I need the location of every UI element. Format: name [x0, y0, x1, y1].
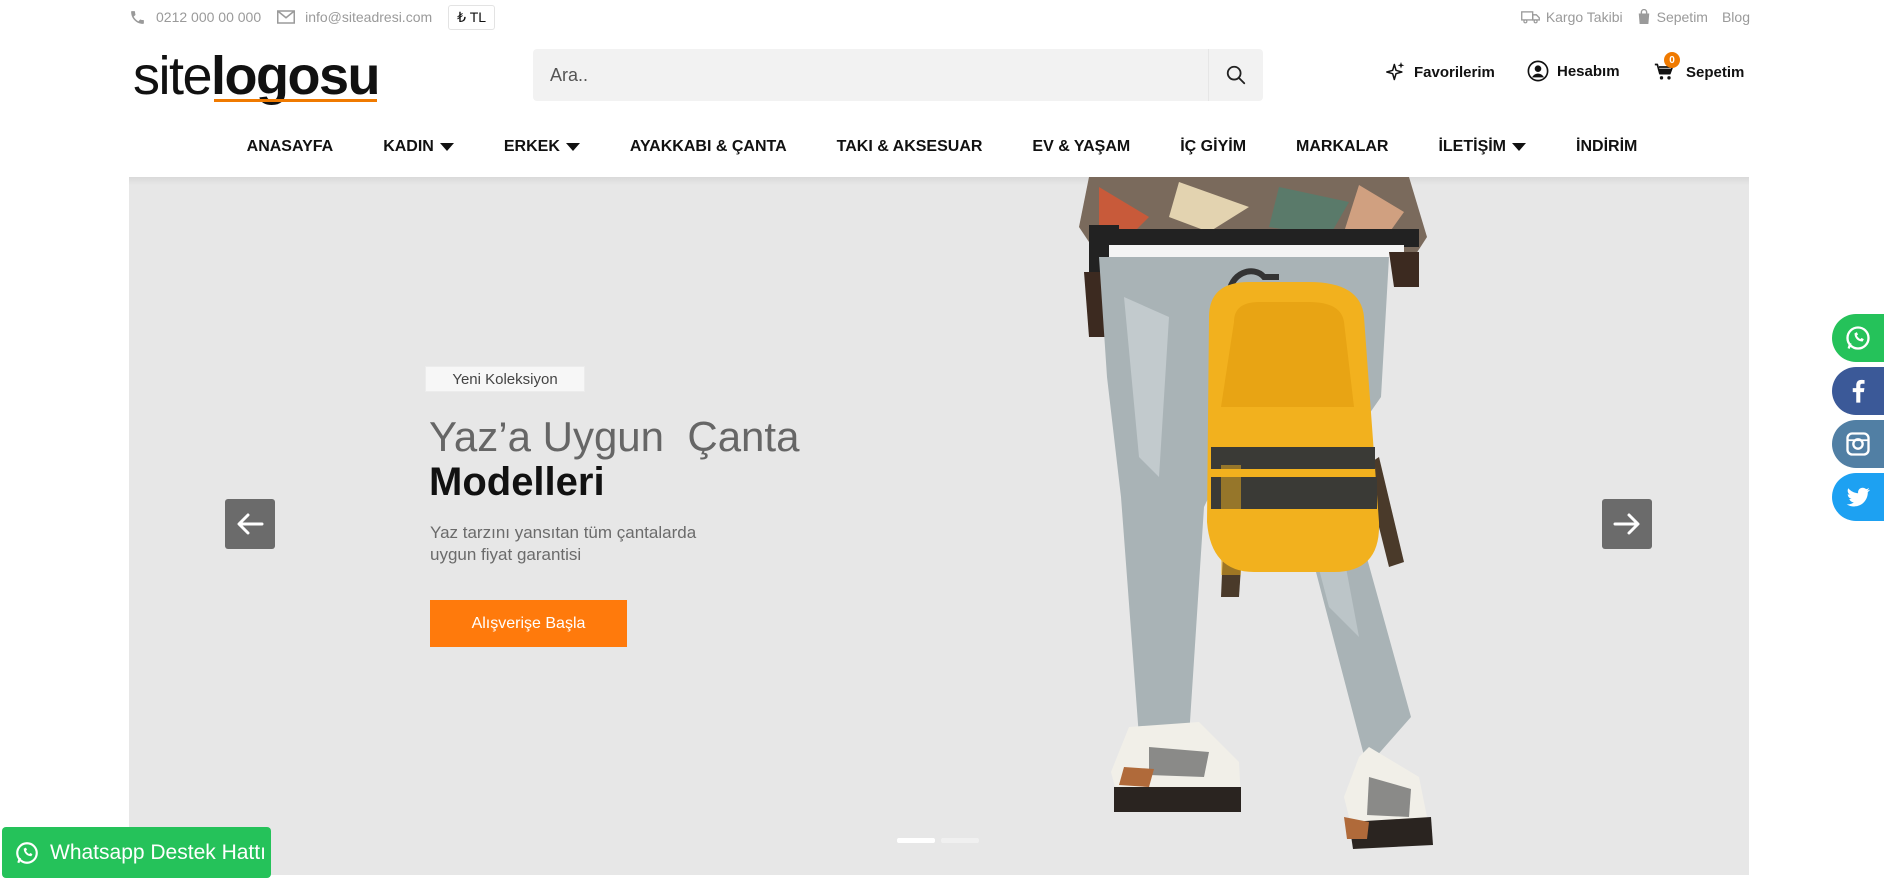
hero-title-line2: Modelleri [429, 460, 605, 504]
whatsapp-support-button[interactable]: Whatsapp Destek Hattı [2, 827, 271, 878]
nav-item-ic-giyim[interactable]: İÇ GİYİM [1180, 138, 1246, 156]
arrow-left-icon [237, 513, 264, 535]
hero-product-image [1079, 177, 1433, 849]
blog-link[interactable]: Blog [1722, 9, 1750, 25]
slider-pagination [897, 838, 985, 843]
truck-icon [1520, 11, 1540, 24]
user-icon [1527, 60, 1549, 82]
search-input[interactable] [533, 49, 1208, 101]
slider-dot-1[interactable] [897, 838, 935, 843]
facebook-icon [1852, 379, 1865, 403]
email-address: info@siteadresi.com [305, 9, 433, 25]
instagram-icon [1846, 432, 1870, 456]
whatsapp-icon [16, 841, 38, 864]
favorites-label: Favorilerim [1414, 63, 1495, 81]
hero-desc-line2: uygun fiyat garantisi [430, 545, 582, 564]
hero-slider: Yeni Koleksiyon Yaz’a Uygun Çanta Modell… [129, 177, 1749, 875]
nav-label: TAKI & AKSESUAR [836, 138, 983, 155]
nav-label: İÇ GİYİM [1180, 138, 1247, 155]
social-twitter-button[interactable] [1832, 473, 1884, 521]
phone-number: 0212 000 00 000 [156, 9, 262, 25]
arrow-right-icon [1613, 513, 1640, 535]
nav-item-erkek[interactable]: ERKEK [504, 138, 580, 156]
cart-label: Sepetim [1686, 63, 1745, 81]
whatsapp-support-label: Whatsapp Destek Hattı [50, 840, 266, 864]
nav-item-indirim[interactable]: İNDİRİM [1576, 138, 1637, 156]
search-icon [1226, 65, 1246, 85]
account-label: Hesabım [1557, 62, 1620, 80]
nav-label: ERKEK [503, 138, 560, 155]
logo-text-site: site [133, 46, 213, 106]
phone-item[interactable]: 0212 000 00 000 [129, 9, 261, 26]
nav-item-markalar[interactable]: MARKALAR [1296, 138, 1388, 156]
caret-down-icon [439, 143, 454, 151]
top-bar: 0212 000 00 000 info@siteadresi.com ₺ TL… [129, 0, 1750, 34]
collection-badge: Yeni Koleksiyon [425, 366, 585, 392]
site-logo[interactable]: sitelogosu [133, 46, 381, 106]
nav-label: MARKALAR [1296, 138, 1389, 155]
nav-label: İNDİRİM [1576, 138, 1638, 155]
twitter-icon [1846, 487, 1871, 507]
cart-top-label: Sepetim [1656, 9, 1708, 25]
cart-count-badge: 0 [1664, 52, 1680, 68]
search-bar [533, 49, 1263, 101]
social-instagram-button[interactable] [1832, 420, 1884, 468]
cart-area: 0 Sepetim [1654, 52, 1744, 92]
cargo-tracking-label: Kargo Takibi [1545, 9, 1623, 25]
nav-item-taki-aksesuar[interactable]: TAKI & AKSESUAR [837, 138, 983, 156]
nav-item-anasayfa[interactable]: ANASAYFA [247, 138, 334, 156]
nav-label: KADIN [383, 138, 434, 155]
hero-desc-line1: Yaz tarzını yansıtan tüm çantalarda [430, 523, 697, 542]
main-navigation: ANASAYFA KADIN ERKEK AYAKKABI & ÇANTA TA… [0, 130, 1884, 164]
start-shopping-button[interactable]: Alışverişe Başla [430, 600, 627, 647]
email-item[interactable]: info@siteadresi.com [277, 9, 432, 25]
blog-label: Blog [1721, 9, 1750, 25]
slider-dot-2[interactable] [941, 838, 979, 843]
cart-top-link[interactable]: Sepetim [1637, 9, 1708, 25]
cart-link[interactable]: 0 Sepetim [1654, 52, 1745, 82]
nav-item-iletisim[interactable]: İLETİŞİM [1438, 138, 1527, 156]
top-bar-contact: 0212 000 00 000 info@siteadresi.com ₺ TL [129, 4, 496, 30]
currency-selector[interactable]: ₺ TL [448, 4, 496, 30]
social-facebook-button[interactable] [1832, 367, 1884, 415]
bag-icon [1638, 9, 1649, 24]
favorites-link[interactable]: Favorilerim [1386, 61, 1495, 83]
sparkle-icon [1386, 62, 1405, 81]
cargo-tracking-link[interactable]: Kargo Takibi [1520, 9, 1623, 25]
slider-next-button[interactable] [1602, 499, 1652, 549]
caret-down-icon [1512, 143, 1527, 151]
phone-icon [131, 10, 144, 24]
nav-label: EV & YAŞAM [1032, 138, 1131, 155]
slider-prev-button[interactable] [225, 499, 275, 549]
nav-label: ANASAYFA [246, 138, 334, 155]
nav-label: İLETİŞİM [1438, 138, 1507, 155]
social-whatsapp-button[interactable] [1832, 314, 1884, 362]
search-button[interactable] [1208, 49, 1263, 101]
nav-item-ayakkabi-canta[interactable]: AYAKKABI & ÇANTA [630, 138, 787, 156]
hero-title-line1: Yaz’a Uygun Çanta [429, 413, 800, 460]
nav-item-ev-yasam[interactable]: EV & YAŞAM [1032, 138, 1130, 156]
hero-description: Yaz tarzını yansıtan tüm çantalarda uygu… [430, 522, 790, 566]
mail-icon [277, 10, 296, 24]
whatsapp-icon [1846, 326, 1870, 350]
logo-text-logosu: logosu [211, 46, 380, 106]
top-bar-links: Kargo Takibi Sepetim Blog [1507, 5, 1750, 29]
account-area: Hesabım [1527, 51, 1620, 91]
nav-item-kadin[interactable]: KADIN [383, 138, 454, 156]
account-link[interactable]: Hesabım [1527, 60, 1620, 82]
caret-down-icon [565, 143, 580, 151]
favorites-area: Favorilerim [1386, 52, 1495, 92]
nav-label: AYAKKABI & ÇANTA [629, 138, 787, 155]
